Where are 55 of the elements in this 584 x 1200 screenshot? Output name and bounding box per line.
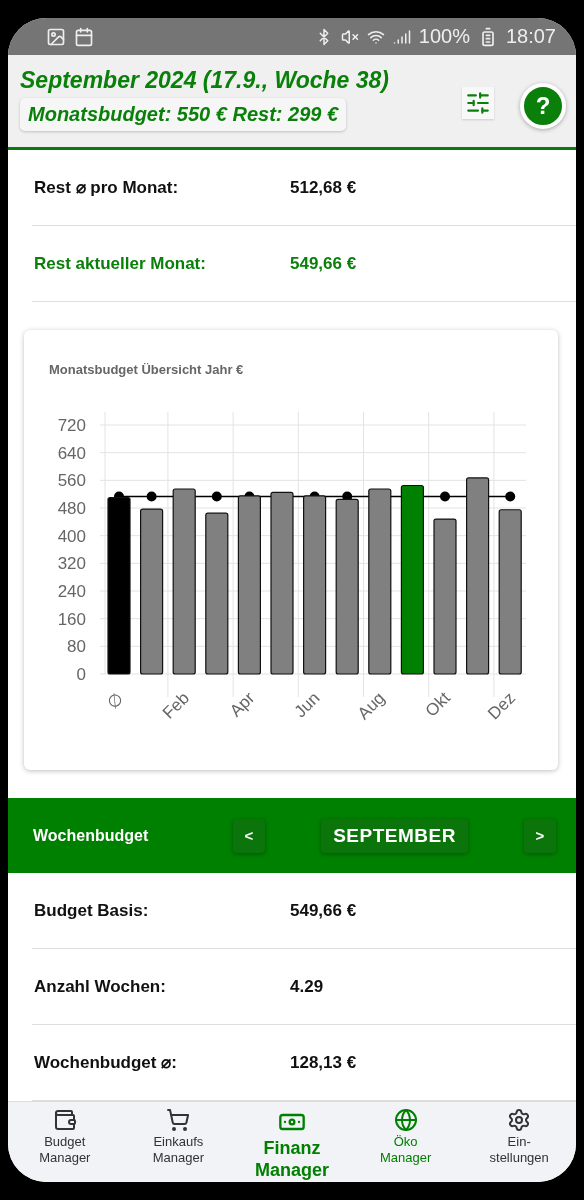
- average-dot: [211, 491, 222, 502]
- help-button[interactable]: ?: [520, 83, 566, 129]
- y-tick-label: 400: [57, 526, 86, 546]
- row-value: 128,13 €: [290, 1052, 357, 1073]
- y-tick-label: 0: [76, 665, 86, 684]
- row-label: Budget Basis:: [33, 900, 150, 921]
- row-value: 4.29: [290, 976, 324, 997]
- page-title: September 2024 (17.9., Woche 38): [20, 67, 390, 94]
- wallet-icon: [52, 1108, 77, 1132]
- average-dot: [505, 491, 516, 502]
- nav-tab[interactable]: Öko Manager: [348, 1102, 463, 1182]
- x-tick-label: Aug: [353, 688, 389, 724]
- x-tick-label: ∅: [103, 688, 128, 713]
- week-title: Wochenbudget: [33, 826, 150, 845]
- signal-icon: [392, 27, 411, 46]
- row-value: 549,66 €: [290, 900, 357, 921]
- clock: 18:07: [505, 25, 556, 48]
- image-icon: [46, 26, 66, 47]
- y-tick-label: 160: [57, 609, 86, 629]
- nav-tab[interactable]: Budget Manager: [8, 1102, 122, 1182]
- row-label: Anzahl Wochen:: [33, 976, 167, 997]
- month-button[interactable]: SEPTEMBER: [321, 818, 468, 853]
- y-tick-label: 560: [57, 471, 86, 491]
- mute-icon: [340, 27, 359, 46]
- row-label: Rest aktueller Monat:: [33, 253, 207, 274]
- y-tick-label: 480: [57, 499, 86, 518]
- settings-icon: [507, 1108, 532, 1132]
- average-dot: [146, 491, 157, 502]
- cart-icon: [166, 1108, 191, 1132]
- row-label: Wochenbudget ⌀:: [33, 1052, 178, 1073]
- x-tick-label: Apr: [226, 688, 259, 721]
- row-value: 512,68 €: [290, 177, 357, 198]
- row-label: Rest ⌀ pro Monat:: [33, 177, 180, 198]
- x-tick-label: Feb: [158, 688, 194, 723]
- y-tick-label: 80: [67, 637, 86, 657]
- nav-tab[interactable]: Ein-stellungen: [462, 1102, 576, 1182]
- y-tick-label: 320: [57, 554, 86, 574]
- filter-button[interactable]: [462, 87, 494, 119]
- globe-icon: [393, 1108, 418, 1132]
- battery-percent: 100%: [418, 25, 470, 48]
- x-tick-label: Dez: [484, 688, 520, 724]
- budget-summary: Monatsbudget: 550 € Rest: 299 €: [20, 98, 347, 131]
- x-tick-label: Jun: [290, 688, 324, 722]
- nav-tab[interactable]: Finanz Manager: [235, 1102, 349, 1182]
- row-value: 549,66 €: [290, 253, 357, 274]
- x-tick-label: Okt: [421, 688, 454, 721]
- y-tick-label: 640: [57, 443, 86, 463]
- y-tick-label: 720: [57, 416, 86, 435]
- y-tick-label: 240: [57, 582, 86, 601]
- chart-title: Monatsbudget Übersicht Jahr €: [49, 362, 245, 377]
- next-button[interactable]: >: [524, 818, 556, 853]
- average-dot: [440, 491, 450, 502]
- calendar-icon: [74, 26, 94, 47]
- nav-tab[interactable]: Einkaufs Manager: [121, 1102, 236, 1182]
- previous-button[interactable]: <: [233, 818, 265, 853]
